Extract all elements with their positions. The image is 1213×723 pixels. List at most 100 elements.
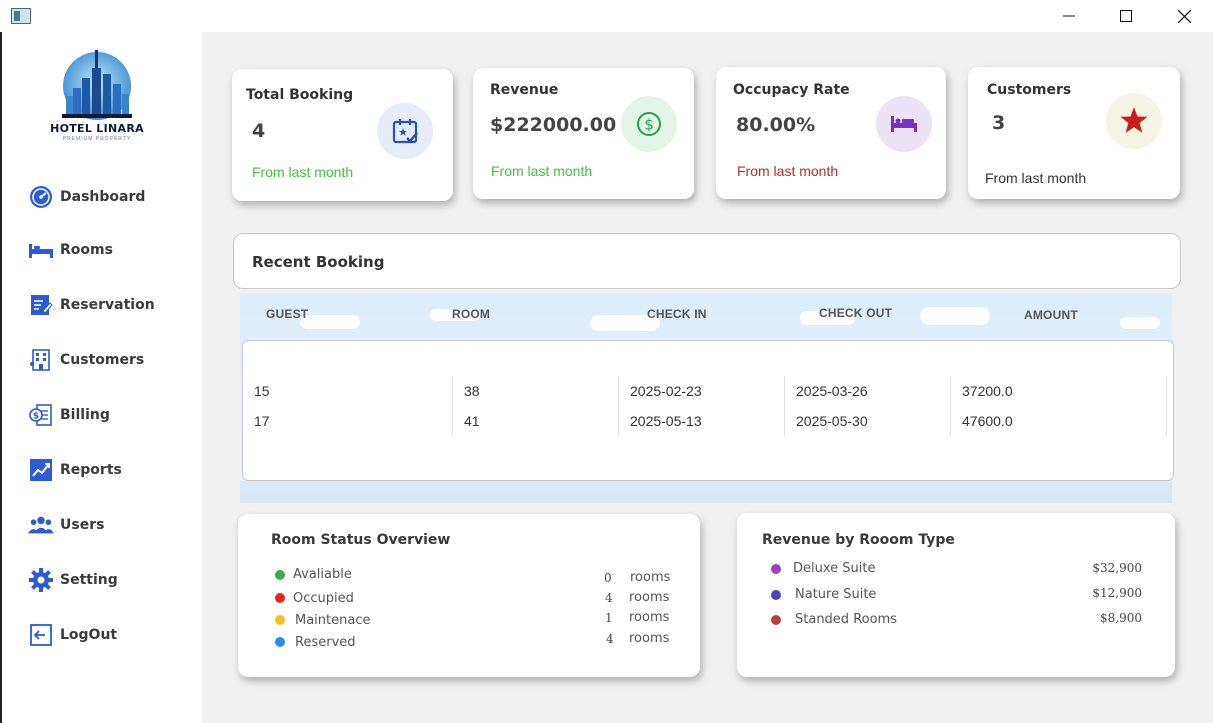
cloud-decoration <box>920 307 990 325</box>
revenue-label: Deluxe Suite <box>793 561 876 576</box>
sidebar-item-label: Rooms <box>60 242 113 258</box>
cell-guest: 15 <box>243 376 453 406</box>
panel-title: Room Status Overview <box>271 532 451 548</box>
brand-name: HOTEL LINARA <box>50 122 144 135</box>
column-header-room: ROOM <box>452 307 491 321</box>
sidebar-item-users[interactable]: Users <box>28 510 104 540</box>
skyline-decoration <box>240 481 1172 503</box>
dollar-circle-icon: $ <box>621 96 677 152</box>
revenue-amount: $8,900 <box>1100 611 1142 625</box>
sidebar-item-label: Users <box>60 517 105 533</box>
panel-title: Revenue by Rooom Type <box>762 532 955 548</box>
revenue-dot-nature-suite <box>771 590 781 600</box>
card-footnote: From last month <box>985 170 1087 186</box>
column-header-check-in: CHECK IN <box>647 307 707 321</box>
calendar-check-icon <box>377 103 433 159</box>
cell-check-out: 2025-05-30 <box>785 406 951 436</box>
sidebar-item-label: Dashboard <box>60 189 146 205</box>
card-title: Occupacy Rate <box>733 82 850 98</box>
cell-check-out: 2025-03-26 <box>785 376 951 406</box>
occupancy-rate-card: Occupacy Rate 80.00% From last month <box>716 67 946 199</box>
sidebar-item-setting[interactable]: Setting <box>28 565 118 595</box>
sidebar-item-dashboard[interactable]: Dashboard <box>28 182 145 212</box>
revenue-amount: $12,900 <box>1092 586 1142 600</box>
status-dot-occupied <box>275 593 285 603</box>
card-value: 80.00% <box>736 114 816 136</box>
table-row[interactable]: 17 41 2025-05-13 2025-05-30 47600.0 <box>243 406 1167 436</box>
table-row[interactable]: 15 38 2025-02-23 2025-03-26 37200.0 <box>243 376 1167 406</box>
revenue-amount: $32,900 <box>1092 561 1142 575</box>
room-status-panel: Room Status Overview Avaliable 0 rooms O… <box>238 514 700 677</box>
status-count: 0 <box>604 571 612 585</box>
bed-icon <box>876 96 932 152</box>
customers-card: Customers 3 From last month <box>968 67 1180 199</box>
status-unit: rooms <box>629 590 670 605</box>
svg-text:$: $ <box>644 116 654 134</box>
card-value: $222000.00 <box>490 114 617 136</box>
column-header-guest: GUEST <box>266 307 309 321</box>
column-header-check-out: CHECK OUT <box>819 306 893 320</box>
maximize-icon <box>1120 10 1132 22</box>
sidebar-item-label: LogOut <box>60 627 118 643</box>
clipboard-edit-icon <box>28 292 54 318</box>
card-footnote: From last month <box>252 164 354 180</box>
window-title-bar <box>0 0 1213 32</box>
close-button[interactable] <box>1161 0 1207 32</box>
brand-tagline: PREMIUM PROPERTY <box>62 136 132 142</box>
building-people-icon <box>28 347 54 373</box>
sidebar-item-logout[interactable]: LogOut <box>28 620 117 650</box>
status-dot-maintenance <box>275 615 285 625</box>
status-label: Reserved <box>295 635 356 650</box>
card-title: Total Booking <box>246 87 354 103</box>
status-unit: rooms <box>629 631 670 646</box>
recent-booking-title: Recent Booking <box>252 253 385 271</box>
card-title: Customers <box>987 82 1072 98</box>
revenue-card: Revenue $222000.00 From last month $ <box>473 68 694 199</box>
sidebar-item-reports[interactable]: Reports <box>28 455 122 485</box>
sidebar: HOTEL LINARA PREMIUM PROPERTY Dashboard … <box>0 32 202 723</box>
gear-icon <box>28 567 54 593</box>
recent-booking-table[interactable]: 15 38 2025-02-23 2025-03-26 37200.0 17 4… <box>242 340 1174 481</box>
main-content: Total Booking 4 From last month Revenue … <box>202 32 1213 723</box>
column-header-amount: AMOUNT <box>1024 308 1078 322</box>
status-unit: rooms <box>629 610 670 625</box>
cell-amount: 47600.0 <box>951 406 1167 436</box>
sidebar-item-billing[interactable]: $ Billing <box>28 400 110 430</box>
sidebar-item-label: Reservation <box>60 297 155 313</box>
sidebar-item-label: Reports <box>60 462 122 478</box>
svg-text:$: $ <box>33 412 39 422</box>
bed-icon <box>28 237 54 263</box>
app-icon <box>11 8 31 24</box>
card-value: 3 <box>992 112 1006 134</box>
sidebar-item-reservation[interactable]: Reservation <box>28 290 155 320</box>
total-booking-card: Total Booking 4 From last month <box>232 69 453 201</box>
revenue-label: Standed Rooms <box>795 612 897 627</box>
cloud-decoration <box>1120 317 1160 329</box>
cell-check-in: 2025-05-13 <box>619 406 785 436</box>
maximize-button[interactable] <box>1103 0 1149 32</box>
minimize-button[interactable] <box>1046 0 1092 32</box>
sidebar-item-label: Customers <box>60 352 145 368</box>
hotel-logo: HOTEL LINARA PREMIUM PROPERTY <box>42 48 152 148</box>
status-label: Occupied <box>293 591 354 606</box>
cloud-decoration <box>300 315 360 329</box>
status-count: 4 <box>605 591 613 605</box>
status-dot-reserved <box>275 637 285 647</box>
cell-amount: 37200.0 <box>951 376 1167 406</box>
status-count: 1 <box>605 611 613 625</box>
sidebar-item-label: Setting <box>60 572 118 588</box>
sidebar-item-rooms[interactable]: Rooms <box>28 235 113 265</box>
dashboard-gauge-icon <box>28 184 54 210</box>
cell-check-in: 2025-02-23 <box>619 376 785 406</box>
sidebar-item-customers[interactable]: Customers <box>28 345 144 375</box>
revenue-dot-deluxe-suite <box>771 564 781 574</box>
close-icon <box>1177 9 1191 23</box>
revenue-label: Nature Suite <box>795 587 877 602</box>
cell-guest: 17 <box>243 406 453 436</box>
users-group-icon <box>28 512 54 538</box>
recent-booking-header: Recent Booking <box>233 233 1181 289</box>
revenue-by-room-type-panel: Revenue by Rooom Type Deluxe Suite $32,9… <box>737 513 1175 677</box>
revenue-dot-standed-rooms <box>771 615 781 625</box>
minimize-icon <box>1063 15 1075 17</box>
card-footnote: From last month <box>491 163 593 179</box>
